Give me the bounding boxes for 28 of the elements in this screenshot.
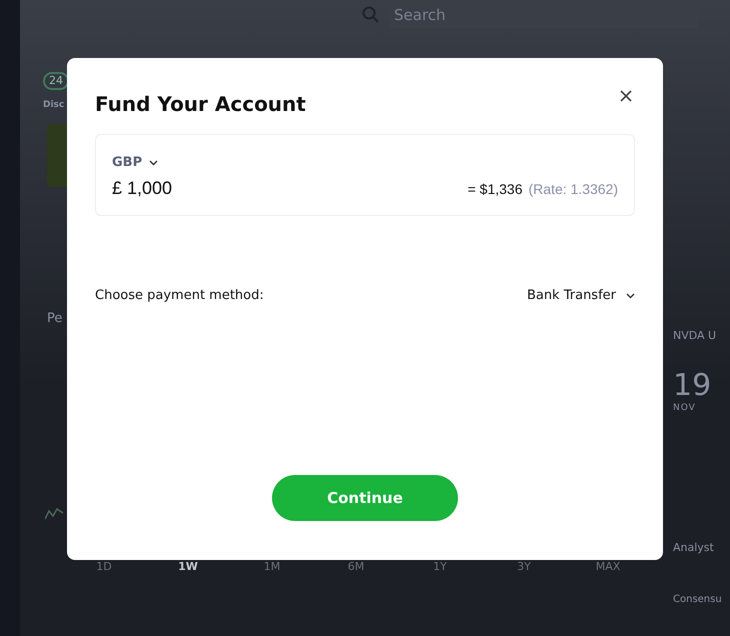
payment-method-dropdown[interactable]: Bank Transfer xyxy=(526,288,635,303)
chevron-down-icon xyxy=(626,292,635,298)
date-day: 19 xyxy=(673,368,712,403)
converted-amount: = $1,336 xyxy=(468,181,522,197)
consensus-label: Consensu xyxy=(673,594,722,605)
date-month: NOV xyxy=(673,403,696,413)
chevron-down-icon xyxy=(149,160,158,166)
timeframe-tab[interactable]: MAX xyxy=(592,560,624,573)
section-title: Pe xyxy=(47,311,62,326)
exchange-rate: (Rate: 1.3362) xyxy=(528,181,618,197)
timeframe-tab[interactable]: 6M xyxy=(340,560,372,573)
timeframe-tab[interactable]: 1W xyxy=(172,560,204,573)
stock-title: NVDA U xyxy=(673,329,716,342)
currency-dropdown[interactable]: GBP xyxy=(112,155,158,170)
section-title: Analyst xyxy=(673,541,714,554)
timeframe-tab[interactable]: 1M xyxy=(256,560,288,573)
payment-label: Choose payment method: xyxy=(95,288,264,303)
sparkline-drawing xyxy=(45,506,63,520)
timeframe-tab[interactable]: 3Y xyxy=(508,560,540,573)
timeframe-tab[interactable]: 1D xyxy=(88,560,120,573)
timeframe-tab[interactable]: 1Y xyxy=(424,560,456,573)
search-icon xyxy=(362,6,380,24)
thumbnail-placeholder xyxy=(47,124,67,187)
close-icon xyxy=(620,90,632,102)
continue-button[interactable]: Continue xyxy=(272,475,458,521)
dialog-title: Fund Your Account xyxy=(95,92,306,116)
amount-value: £ 1,000 xyxy=(112,178,174,199)
tab-label[interactable]: Disc xyxy=(43,100,64,110)
